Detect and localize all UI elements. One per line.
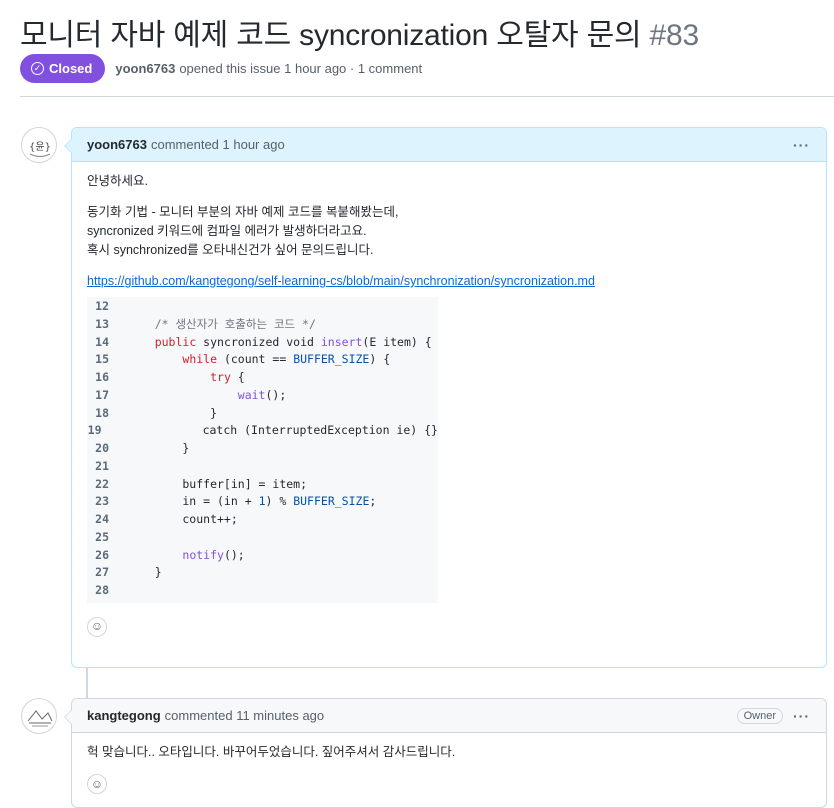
- comment-author[interactable]: kangtegong: [87, 708, 161, 723]
- smiley-icon[interactable]: ☺: [87, 774, 107, 794]
- code-line: 20 }: [87, 440, 438, 458]
- comment-kangtegong: kangtegong commented 11 minutes ago Owne…: [64, 698, 827, 808]
- code-line: 19 catch (InterruptedException ie) {}: [87, 422, 438, 440]
- code-block: 12 13 /* 생산자가 호출하는 코드 */14 public syncron…: [87, 297, 438, 603]
- question-paragraph: 동기화 기법 - 모니터 부분의 자바 예제 코드를 복붙해봤는데, syncr…: [87, 203, 811, 260]
- timeline-line: [86, 668, 88, 698]
- code-line: 16 try {: [87, 369, 438, 387]
- line-number[interactable]: 22: [87, 476, 127, 494]
- comment-body: 안녕하세요. 동기화 기법 - 모니터 부분의 자바 예제 코드를 복붙해봤는데…: [72, 162, 826, 637]
- code-text: buffer[in] = item;: [127, 476, 308, 491]
- greeting-text: 안녕하세요.: [87, 174, 148, 188]
- code-line: 26 notify();: [87, 547, 438, 565]
- source-link[interactable]: https://github.com/kangtegong/self-learn…: [87, 274, 595, 288]
- line-number[interactable]: 20: [87, 440, 127, 458]
- header-divider: [20, 96, 834, 97]
- code-text: public syncronized void insert(E item) {: [154, 334, 432, 349]
- code-line: 28: [87, 582, 438, 600]
- line-number[interactable]: 21: [87, 458, 127, 476]
- comment-time[interactable]: commented 1 hour ago: [151, 137, 285, 152]
- paragraph-line: syncronized 키워드에 컴파일 에러가 발생하더라고요.: [87, 224, 367, 238]
- comment-arrow: [64, 138, 72, 154]
- reply-text: 헉 맞습니다.. 오타입니다. 바꾸어두었습니다. 짚어주셔서 감사드립니다.: [87, 745, 456, 759]
- status-badge: ✓ Closed: [20, 53, 106, 83]
- owner-badge: Owner: [736, 707, 783, 724]
- code-line: 13 /* 생산자가 호출하는 코드 */: [87, 316, 438, 334]
- line-number[interactable]: 12: [87, 298, 127, 316]
- code-line: 22 buffer[in] = item;: [87, 476, 438, 494]
- status-label: Closed: [49, 60, 93, 76]
- more-options-icon[interactable]: ···: [793, 708, 810, 724]
- avatar-image: [27, 710, 53, 727]
- avatar-yoon6763[interactable]: {윤}: [21, 127, 57, 163]
- code-text: }: [127, 565, 162, 580]
- issue-title-text: 모니터 자바 예제 코드 syncronization 오탈자 문의: [20, 19, 642, 52]
- line-number[interactable]: 24: [87, 511, 127, 529]
- code-text: in = (in + 1) % BUFFER_SIZE;: [127, 494, 377, 509]
- line-number[interactable]: 23: [87, 493, 127, 511]
- comment-header: kangtegong commented 11 minutes ago Owne…: [72, 699, 826, 733]
- code-line: 25: [87, 529, 438, 547]
- code-text: count++;: [127, 512, 238, 526]
- code-line: 23 in = (in + 1) % BUFFER_SIZE;: [87, 493, 438, 511]
- comment-body: 헉 맞습니다.. 오타입니다. 바꾸어두었습니다. 짚어주셔서 감사드립니다. …: [72, 733, 826, 794]
- code-text: }: [127, 441, 190, 455]
- code-text: }: [127, 405, 218, 420]
- line-number[interactable]: 16: [87, 369, 127, 387]
- comment-header: yoon6763 commented 1 hour ago ···: [72, 128, 826, 162]
- code-line: 21: [87, 458, 438, 476]
- paragraph-line: 동기화 기법 - 모니터 부분의 자바 예제 코드를 복붙해봤는데,: [87, 205, 399, 219]
- paragraph-line: 혹시 synchronized를 오타내신건가 싶어 문의드립니다.: [87, 243, 374, 257]
- code-line: 14 public syncronized void insert(E item…: [87, 334, 438, 352]
- issue-title: 모니터 자바 예제 코드 syncronization 오탈자 문의 #83: [20, 10, 699, 54]
- line-number[interactable]: 27: [87, 564, 127, 582]
- code-line: 24 count++;: [87, 511, 438, 529]
- code-text: while (count == BUFFER_SIZE) {: [182, 352, 391, 367]
- line-number[interactable]: 25: [87, 529, 127, 547]
- line-number[interactable]: 18: [87, 405, 127, 423]
- line-number[interactable]: 17: [87, 387, 127, 405]
- issue-number: #83: [649, 19, 700, 52]
- issue-opened-text: opened this issue 1 hour ago · 1 comment: [179, 60, 423, 76]
- comment-yoon6763: yoon6763 commented 1 hour ago ··· 안녕하세요.…: [64, 127, 827, 668]
- issue-meta: ✓ Closed yoon6763 opened this issue 1 ho…: [20, 53, 422, 83]
- code-text: wait();: [237, 387, 287, 402]
- more-options-icon[interactable]: ···: [793, 137, 810, 153]
- code-text: notify();: [182, 547, 245, 562]
- check-circle-icon: ✓: [31, 61, 44, 75]
- code-text: try {: [210, 370, 245, 384]
- line-number[interactable]: 28: [87, 582, 127, 600]
- code-line: 12: [87, 298, 438, 316]
- code-text: /* 생산자가 호출하는 코드 */: [127, 316, 316, 331]
- avatar-image: {윤}: [29, 141, 51, 157]
- avatar-kangtegong[interactable]: [21, 698, 57, 734]
- svg-text:{윤}: {윤}: [29, 141, 51, 153]
- comment-time[interactable]: commented 11 minutes ago: [165, 708, 324, 723]
- line-number[interactable]: 19: [87, 422, 120, 440]
- code-line: 17 wait();: [87, 387, 438, 405]
- line-number[interactable]: 14: [87, 334, 127, 352]
- code-text: catch (InterruptedException ie) {}: [119, 423, 438, 438]
- code-line: 15 while (count == BUFFER_SIZE) {: [87, 351, 438, 369]
- line-number[interactable]: 13: [87, 316, 127, 334]
- line-number[interactable]: 26: [87, 547, 127, 565]
- code-line: 18 }: [87, 405, 438, 423]
- smiley-icon[interactable]: ☺: [87, 616, 107, 637]
- issue-author-link[interactable]: yoon6763: [115, 61, 175, 76]
- code-line: 27 }: [87, 564, 438, 582]
- comment-author[interactable]: yoon6763: [87, 137, 147, 152]
- comment-arrow: [64, 709, 72, 725]
- line-number[interactable]: 15: [87, 351, 127, 369]
